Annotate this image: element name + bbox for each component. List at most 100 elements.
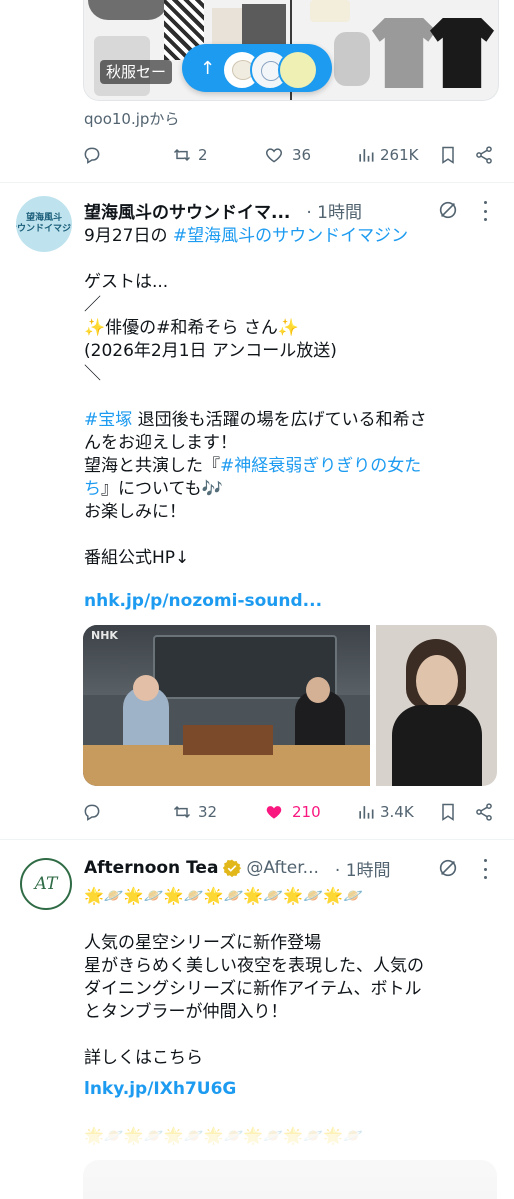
- timestamp[interactable]: · 1時間: [306, 198, 362, 223]
- display-name[interactable]: Afternoon Tea: [84, 858, 218, 878]
- hashtag-link[interactable]: #宝塚: [84, 410, 132, 430]
- hashtag-link[interactable]: ち: [84, 479, 101, 499]
- tweet-header: Afternoon Tea @After... · 1時間: [84, 856, 391, 881]
- bookmark-icon: [442, 146, 454, 164]
- tweet-text: 人気の星空シリーズに新作登場星がきらめく美しい夜空を表現した、人気の ダイニングシ…: [84, 932, 498, 1070]
- tweet-text-line: 9月27日の #望海風斗のサウンドイマジン: [84, 225, 498, 248]
- new-posts-pill[interactable]: ↑: [182, 44, 332, 92]
- heart-filled-icon: [266, 806, 282, 819]
- card-source[interactable]: qoo10.jpから: [84, 108, 179, 129]
- tweet-text-span: (2026年2月1日 アンコール放送): [84, 341, 337, 361]
- tweet-text-line: ち』についても🎶: [84, 478, 498, 501]
- grok-icon[interactable]: [437, 857, 459, 879]
- like-count: 36: [292, 146, 312, 164]
- grok-icon[interactable]: [437, 199, 459, 221]
- like-count: 210: [292, 803, 321, 821]
- bookmark-button[interactable]: [438, 145, 458, 165]
- tweet-text: 9月27日の #望海風斗のサウンドイマジン ゲストは... ／ ✨俳優の#和希そら …: [84, 225, 498, 570]
- tweet-text-line: んをお迎えします！: [84, 432, 498, 455]
- bottom-fade: [0, 1134, 514, 1199]
- retweet-button[interactable]: 32: [172, 802, 217, 822]
- tweet-text-line: (2026年2月1日 アンコール放送): [84, 340, 498, 363]
- tweet-text-span: ／: [84, 295, 101, 315]
- avatar-text: AT: [34, 874, 58, 894]
- tweet-text-line: 詳しくはこちら: [84, 1048, 203, 1068]
- tweet-photo-portrait[interactable]: [376, 625, 497, 786]
- share-button[interactable]: [474, 802, 494, 822]
- tweet-text-span: 』についても🎶: [101, 479, 223, 499]
- retweet-button[interactable]: 2: [172, 145, 208, 165]
- handle[interactable]: @After...: [246, 858, 318, 878]
- emoji-row: 🌟🪐🌟🪐🌟🪐🌟🪐🌟🪐🌟🪐🌟🪐: [84, 886, 363, 905]
- product-tshirt-grey: [372, 18, 436, 88]
- tweet-text-line: 星がきらめく美しい夜空を表現した、人気の: [84, 956, 424, 976]
- avatar[interactable]: AT: [20, 858, 72, 910]
- display-name[interactable]: 望海風斗のサウンドイマ...: [84, 198, 290, 223]
- tweet-text-line: お楽しみに！: [84, 501, 498, 524]
- like-button[interactable]: 36: [264, 145, 311, 165]
- tweet-text-span: ゲストは...: [84, 272, 169, 292]
- timestamp[interactable]: · 1時間: [335, 856, 391, 881]
- tweet-text-line: ゲストは...: [84, 271, 498, 294]
- more-icon[interactable]: [484, 859, 488, 879]
- bar-chart-icon: [359, 149, 374, 162]
- tweet-url[interactable]: nhk.jp/p/nozomi-sound...: [84, 590, 322, 613]
- retweet-icon: [173, 148, 191, 162]
- bookmark-button[interactable]: [438, 802, 458, 822]
- reply-icon: [84, 147, 100, 164]
- arrow-up-icon: ↑: [200, 57, 216, 79]
- views-button[interactable]: 3.4K: [356, 802, 414, 822]
- view-count: 3.4K: [380, 803, 414, 821]
- like-button[interactable]: 210: [264, 802, 321, 822]
- share-icon: [476, 803, 492, 821]
- retweet-count: 2: [198, 146, 208, 164]
- tweet-url[interactable]: lnky.jp/IXh7U6G: [84, 1078, 236, 1101]
- tweet-text-span: ✨俳優の#和希そら さん✨: [84, 318, 299, 338]
- card-sale-label: 秋服セー: [100, 60, 173, 84]
- tweet-text-line: [84, 524, 498, 547]
- tweet-text-line: #宝塚 退団後も活躍の場を広げている和希さ: [84, 409, 498, 432]
- tweet-text-line: とタンブラーが仲間入り！: [84, 1002, 288, 1022]
- more-icon[interactable]: [484, 201, 488, 221]
- tweet-photo-studio[interactable]: NHK: [83, 625, 370, 786]
- tweet-header: 望海風斗のサウンドイマ... · 1時間: [84, 198, 498, 223]
- tweet-text-span: 望海と共演した『: [84, 456, 220, 476]
- hashtag-link[interactable]: #神経衰弱ぎりぎりの女た: [220, 456, 421, 476]
- reply-icon: [84, 804, 100, 821]
- reply-button[interactable]: [82, 802, 102, 822]
- tweet-text-line: ／: [84, 294, 498, 317]
- tweet-text-span: お楽しみに！: [84, 502, 186, 522]
- bar-chart-icon: [359, 806, 374, 819]
- tweet-text-span: 番組公式HP↓: [84, 548, 190, 568]
- tweet-text-line: [84, 1024, 498, 1047]
- tweet-text-span: 退団後も活躍の場を広げている和希さ: [132, 410, 427, 430]
- product-thumb: [88, 0, 168, 20]
- views-button[interactable]: 261K: [356, 145, 418, 165]
- hashtag-link[interactable]: #望海風斗のサウンドイマジン: [173, 226, 408, 246]
- tweet-text-line: ✨俳優の#和希そら さん✨: [84, 317, 498, 340]
- product-tshirt-black: [430, 18, 494, 88]
- tweet-text-span: んをお迎えします！: [84, 433, 237, 453]
- reply-button[interactable]: [82, 145, 102, 165]
- verified-badge-icon: [222, 858, 242, 878]
- product-thumb: [334, 32, 370, 86]
- avatar: [278, 50, 318, 90]
- tweet-text-line: ＼: [84, 363, 498, 386]
- tweet-divider: [0, 839, 514, 840]
- tweet-divider: [0, 182, 514, 183]
- share-button[interactable]: [474, 145, 494, 165]
- heart-icon: [265, 148, 283, 163]
- retweet-count: 32: [198, 803, 218, 821]
- product-thumb: [310, 0, 350, 22]
- view-count: 261K: [380, 146, 419, 164]
- tweet-text-line: 番組公式HP↓: [84, 547, 498, 570]
- tweet-text-line: 人気の星空シリーズに新作登場: [84, 933, 322, 953]
- avatar[interactable]: 望海風斗 サウンドイマジン: [16, 196, 72, 252]
- tweet-text-line: [84, 386, 498, 409]
- tweet-text-span: ＼: [84, 364, 101, 384]
- share-icon: [476, 146, 492, 164]
- tweet-text-line: ダイニングシリーズに新作アイテム、ボトル: [84, 979, 422, 999]
- photo-watermark: NHK: [91, 629, 118, 642]
- tweet-text-line: 望海と共演した『#神経衰弱ぎりぎりの女た: [84, 455, 498, 478]
- bookmark-icon: [442, 803, 454, 821]
